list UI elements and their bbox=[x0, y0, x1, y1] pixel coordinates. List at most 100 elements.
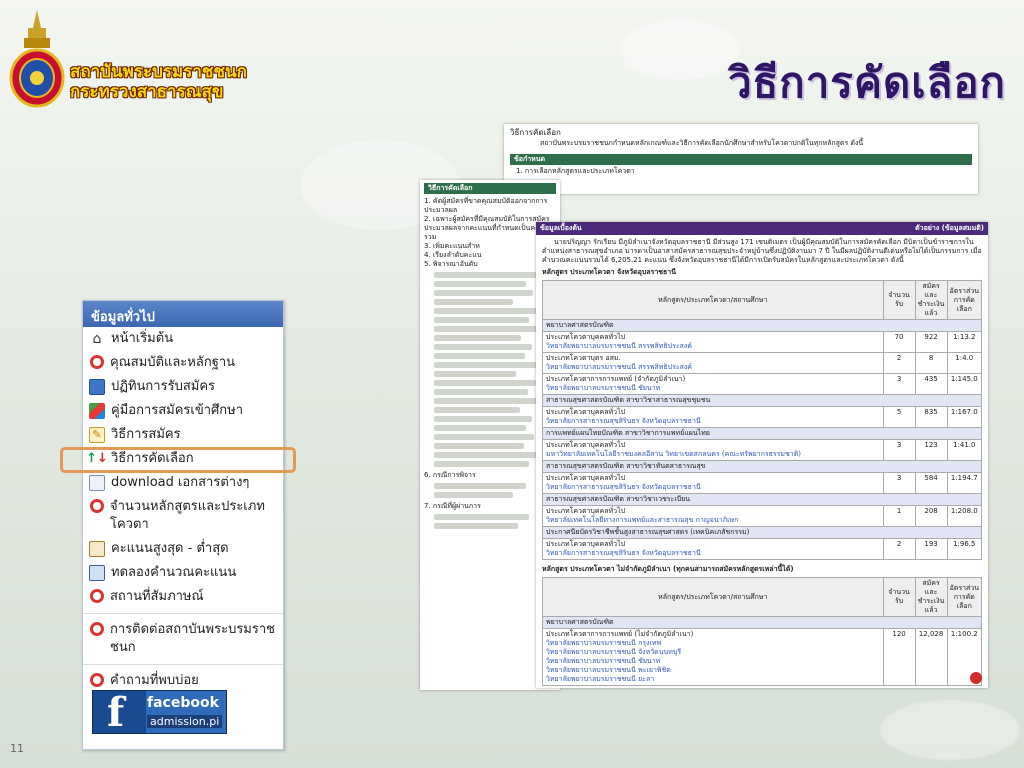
course-school: วิทยาลัยพยาบาลบรมราชชนนี สรรพสิทธิประสงค… bbox=[546, 363, 692, 371]
table-row: การแพทย์แผนไทยบัณฑิต สาขาวิชาการแพทย์แผน… bbox=[542, 427, 982, 440]
sidebar-item-apply[interactable]: ✎ วิธีการสมัคร bbox=[83, 423, 283, 447]
sidebar-item-quota[interactable]: จำนวนหลักสูตรและประเภทโควตา bbox=[83, 495, 283, 537]
course-name: ประเภทโควตาบุคคลทั่วไป bbox=[546, 441, 626, 449]
text-placeholder-line bbox=[434, 514, 530, 520]
sidebar-item-download[interactable]: download เอกสารต่างๆ bbox=[83, 471, 283, 495]
sidebar-item-manual[interactable]: คู่มือการสมัครเข้าศึกษา bbox=[83, 399, 283, 423]
course-name: ประเภทโควตาบุตร อสม. bbox=[546, 354, 621, 362]
table-applied-cell: 208 bbox=[914, 505, 948, 527]
table-seats-cell: 3 bbox=[882, 472, 916, 494]
background-decoration bbox=[880, 700, 1020, 760]
text-placeholder-line bbox=[434, 434, 535, 440]
background-decoration bbox=[620, 20, 740, 80]
table-group-cell: พยาบาลศาสตรบัณฑิต bbox=[542, 616, 982, 629]
sidebar-item-calculator[interactable]: ทดลองคำนวณคะแนน bbox=[83, 561, 283, 585]
table-row: ประเภทโควตาบุคคลทั่วไป มหาวิทยาลัยเทคโนโล… bbox=[542, 439, 983, 461]
table-group-cell: สาธารณสุขศาสตรบัณฑิต สาขาวิชาทันตสาธารณส… bbox=[542, 460, 982, 473]
course-school: วิทยาลัยการสาธารณสุขสิรินธร จังหวัดอุบลร… bbox=[546, 483, 701, 491]
table-row: ประเภทโควตาบุคคลทั่วไป วิทยาลัยการสาธารณส… bbox=[542, 538, 983, 560]
text-placeholder-line bbox=[434, 398, 539, 404]
sidebar-item-label: คุณสมบัติและหลักฐาน bbox=[110, 355, 236, 370]
col-course: หลักสูตร/ประเภทโควตา/สถานศึกษา bbox=[542, 280, 884, 320]
text-placeholder-line bbox=[434, 272, 540, 278]
organization-name: สถาบันพระบรมราชชนก กระทรวงสาธารณสุข bbox=[70, 62, 247, 102]
doc3-header-left: ข้อมูลเบื้องต้น bbox=[540, 224, 582, 232]
table-group-cell: สาธารณสุขศาสตรบัณฑิต สาขาวิชาสาธารณสุขชุ… bbox=[542, 394, 982, 407]
table-ratio-cell: 1:96.5 bbox=[946, 538, 983, 560]
doc3-table1: หลักสูตร/ประเภทโควตา/สถานศึกษา จำนวนรับ … bbox=[542, 280, 983, 560]
facebook-label: facebook bbox=[147, 695, 219, 711]
course-name: ประเภทโควตาบุคคลทั่วไป bbox=[546, 507, 626, 515]
text-placeholder-line bbox=[434, 523, 519, 529]
text-placeholder-line bbox=[434, 371, 516, 377]
text-placeholder-line bbox=[434, 281, 527, 287]
doc3-body: นายปริญญา รักเรียน มีภูมิลำเนาจังหวัดอุบ… bbox=[536, 235, 988, 688]
table-course-cell: ประเภทโควตาบุตร อสม. วิทยาลัยพยาบาลบรมราช… bbox=[542, 352, 884, 374]
table-row: สาธารณสุขศาสตรบัณฑิต สาขาวิชาทันตสาธารณส… bbox=[542, 460, 982, 473]
table-seats-cell: 3 bbox=[882, 439, 916, 461]
table-course-cell: ประเภทโควตาบุคคลทั่วไป วิทยาลัยเทคโนโลยีท… bbox=[542, 505, 884, 527]
sidebar-item-scores[interactable]: คะแนนสูงสุด - ต่ำสุด bbox=[83, 537, 283, 561]
table-row: สาธารณสุขศาสตรบัณฑิต สาขาวิชาเวชระเบียน bbox=[542, 493, 982, 506]
doc1-intro: สถาบันพระบรมราชชนกกำหนดหลักเกณฑ์และวิธีก… bbox=[540, 139, 864, 147]
text-placeholder-line bbox=[434, 461, 530, 467]
table-ratio-cell: 1:41.0 bbox=[946, 439, 983, 461]
col-course: หลักสูตร/ประเภทโควตา/สถานศึกษา bbox=[542, 577, 884, 617]
doc3-table1-body: พยาบาลศาสตรบัณฑิต ประเภทโควตาบุคคลทั่วไปว… bbox=[542, 319, 983, 560]
table-applied-cell: 123 bbox=[914, 439, 948, 461]
table-row: ประเภทโควตาการการแพทย์ (ไม่จำกัดภูมิลำเน… bbox=[542, 628, 983, 686]
course-school: วิทยาลัยการสาธารณสุขสิรินธร จังหวัดอุบลร… bbox=[546, 549, 701, 557]
course-school: วิทยาลัยพยาบาลบรมราชชนนี สรรพสิทธิประสงค… bbox=[546, 342, 692, 350]
document-page-example: ข้อมูลเบื้องต้น ตัวอย่าง (ข้อมูลสมมติ) น… bbox=[536, 222, 988, 688]
sidebar-item-label: คู่มือการสมัครเข้าศึกษา bbox=[111, 403, 244, 418]
pen-icon: ✎ bbox=[89, 427, 105, 443]
calculator-icon bbox=[89, 565, 105, 581]
lifebuoy-icon bbox=[90, 673, 104, 687]
lifebuoy-icon bbox=[90, 589, 104, 603]
table-course-cell: ประเภทโควตาบุคคลทั่วไป วิทยาลัยการสาธารณส… bbox=[542, 406, 884, 428]
lifebuoy-icon bbox=[90, 355, 104, 369]
table-group-cell: สาธารณสุขศาสตรบัณฑิต สาขาวิชาเวชระเบียน bbox=[542, 493, 982, 506]
course-name: ประเภทโควตาการการแพทย์ (จำกัดภูมิลำเนา) bbox=[546, 375, 686, 383]
table-course-cell: ประเภทโควตาการการแพทย์ (จำกัดภูมิลำเนา) ว… bbox=[542, 373, 884, 395]
course-school: วิทยาลัยเทคโนโลยีทางการแพทย์และสาธารณสุข… bbox=[546, 516, 739, 524]
sidebar-item-calendar[interactable]: ปฏิทินการรับสมัคร bbox=[83, 375, 283, 399]
table-group-cell: ประกาศนียบัตรวิชาชีพชั้นสูงสาธารณสุขศาสต… bbox=[542, 526, 982, 539]
course-school: วิทยาลัยพยาบาลบรมราชชนนี พะเยาพิชิต bbox=[546, 666, 671, 674]
sidebar-item-label: วิธีการสมัคร bbox=[111, 427, 181, 442]
table-course-cell: ประเภทโควตาบุคคลทั่วไป วิทยาลัยการสาธารณส… bbox=[542, 538, 884, 560]
calendar-icon bbox=[89, 379, 105, 395]
table-row: ประกาศนียบัตรวิชาชีพชั้นสูงสาธารณสุขศาสต… bbox=[542, 526, 982, 539]
doc3-paragraph: นายปริญญา รักเรียน มีภูมิลำเนาจังหวัดอุบ… bbox=[542, 238, 982, 264]
text-placeholder-line bbox=[434, 389, 528, 395]
table-row: พยาบาลศาสตรบัณฑิต bbox=[542, 319, 982, 332]
table-group-cell: การแพทย์แผนไทยบัณฑิต สาขาวิชาการแพทย์แผน… bbox=[542, 427, 982, 440]
course-school: วิทยาลัยพยาบาลบรมราชชนนี จังหวัดนนทบุรี bbox=[546, 648, 682, 656]
organization-name-line1: สถาบันพระบรมราชชนก bbox=[70, 62, 247, 82]
facebook-banner-link[interactable]: f facebook admission.pi bbox=[92, 689, 227, 736]
text-placeholder-line bbox=[434, 492, 514, 498]
books-icon bbox=[89, 403, 105, 419]
table-row: ประเภทโควตาบุคคลทั่วไป วิทยาลัยการสาธารณส… bbox=[542, 472, 983, 494]
table-seats-cell: 2 bbox=[882, 352, 916, 374]
sidebar-item-label: การติดต่อสถาบันพระบรมราชชนก bbox=[110, 622, 275, 655]
doc1-section-bar: ข้อกำหนด bbox=[510, 154, 972, 165]
sidebar-item-interview[interactable]: สถานที่สัมภาษณ์ bbox=[83, 585, 283, 609]
table-ratio-cell: 1:194.7 bbox=[946, 472, 983, 494]
sidebar-item-qualifications[interactable]: คุณสมบัติและหลักฐาน bbox=[83, 351, 283, 375]
sidebar-item-contact[interactable]: การติดต่อสถาบันพระบรมราชชนก bbox=[83, 613, 283, 660]
course-school: วิทยาลัยการสาธารณสุขสิรินธร จังหวัดอุบลร… bbox=[546, 417, 701, 425]
table-course-cell: ประเภทโควตาบุคคลทั่วไป มหาวิทยาลัยเทคโนโล… bbox=[542, 439, 884, 461]
course-name: ประเภทโควตาบุคคลทั่วไป bbox=[546, 474, 626, 482]
facebook-icon: f bbox=[107, 689, 125, 736]
doc3-header: ข้อมูลเบื้องต้น ตัวอย่าง (ข้อมูลสมมติ) bbox=[536, 222, 988, 235]
home-icon: ⌂ bbox=[92, 331, 102, 347]
course-name: ประเภทโควตาบุคคลทั่วไป bbox=[546, 333, 626, 341]
sidebar-list: ⌂ หน้าเริ่มต้น คุณสมบัติและหลักฐาน ปฏิทิน… bbox=[83, 327, 283, 693]
sidebar-item-home[interactable]: ⌂ หน้าเริ่มต้น bbox=[83, 327, 283, 351]
table-applied-cell: 12,028 bbox=[914, 628, 948, 686]
sidebar-item-label: สถานที่สัมภาษณ์ bbox=[110, 589, 204, 604]
table-applied-cell: 435 bbox=[914, 373, 948, 395]
sidebar-item-label: จำนวนหลักสูตรและประเภทโควตา bbox=[110, 499, 265, 532]
table-seats-cell: 2 bbox=[882, 538, 916, 560]
